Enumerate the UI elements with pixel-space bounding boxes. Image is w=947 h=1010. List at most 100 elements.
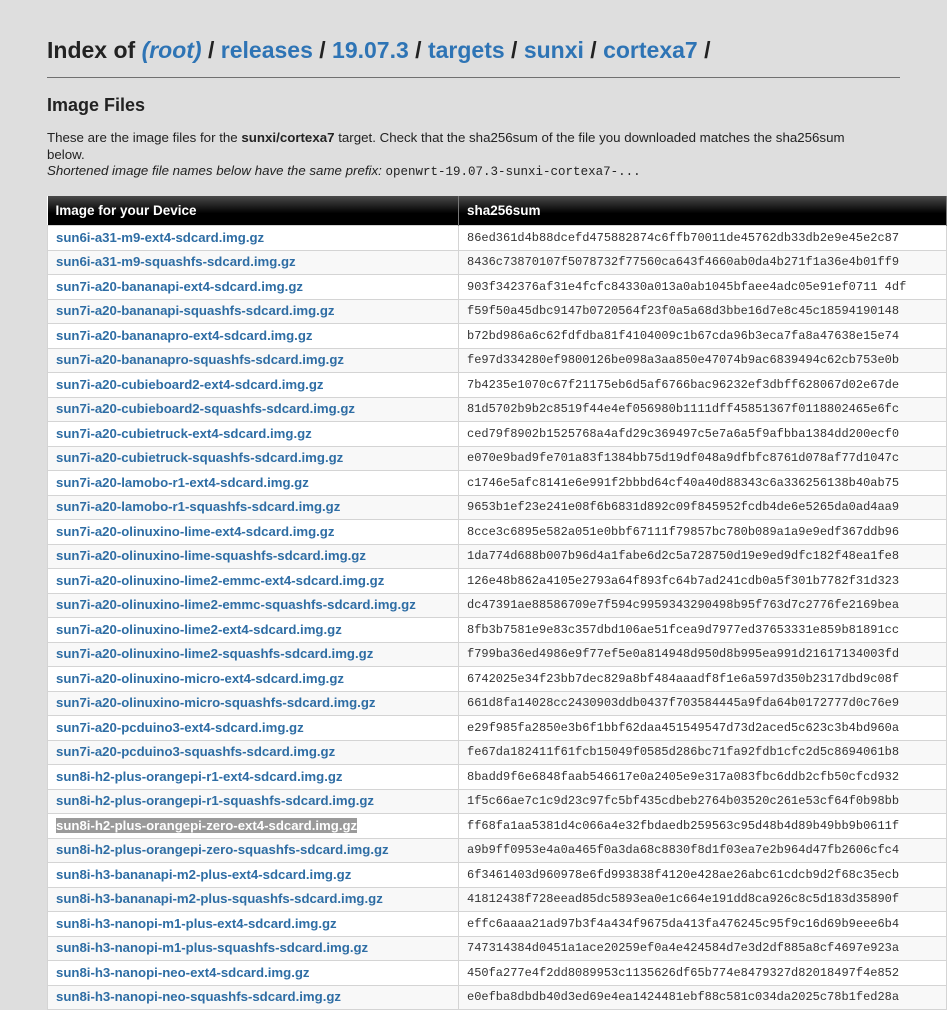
breadcrumb-link[interactable]: 19.07.3 [332,37,409,63]
table-row: sun7i-a20-olinuxino-micro-ext4-sdcard.im… [47,666,947,692]
breadcrumb-separator: / [415,37,422,63]
intro-pre: These are the image files for the [47,130,242,145]
table-row: sun7i-a20-olinuxino-micro-squashfs-sdcar… [47,690,947,716]
sha256-cell: 8cce3c6895e582a051e0bbf67111f79857bc780b… [458,519,947,545]
sha256-cell: e070e9bad9fe701a83f1384bb75d19df048a9dfb… [458,445,947,471]
image-file-link[interactable]: sun8i-h3-nanopi-m1-plus-ext4-sdcard.img.… [56,916,337,931]
image-file-link[interactable]: sun7i-a20-pcduino3-ext4-sdcard.img.gz [56,720,304,735]
image-cell: sun7i-a20-olinuxino-lime2-ext4-sdcard.im… [47,617,459,643]
image-file-link[interactable]: sun7i-a20-bananapro-ext4-sdcard.img.gz [56,328,313,343]
image-file-link[interactable]: sun7i-a20-bananapi-ext4-sdcard.img.gz [56,279,303,294]
sha256-cell: b72bd986a6c62fdfdba81f4104009c1b67cda96b… [458,323,947,349]
sha256-cell: 8436c73870107f5078732f77560ca643f4660ab0… [458,249,947,275]
image-file-link[interactable]: sun7i-a20-cubietruck-squashfs-sdcard.img… [56,450,343,465]
table-row: sun8i-h3-bananapi-m2-plus-ext4-sdcard.im… [47,862,947,888]
image-file-link[interactable]: sun7i-a20-cubieboard2-squashfs-sdcard.im… [56,401,355,416]
image-file-link[interactable]: sun6i-a31-m9-ext4-sdcard.img.gz [56,230,264,245]
index-of-label: Index of [47,37,136,63]
image-cell: sun8i-h3-nanopi-neo-ext4-sdcard.img.gz [47,960,459,986]
table-row: sun7i-a20-cubietruck-squashfs-sdcard.img… [47,445,947,471]
image-file-link[interactable]: sun8i-h2-plus-orangepi-zero-ext4-sdcard.… [56,817,358,833]
table-row: sun7i-a20-cubieboard2-squashfs-sdcard.im… [47,396,947,422]
breadcrumb-link[interactable]: releases [221,37,313,63]
table-row: sun8i-h2-plus-orangepi-zero-squashfs-sdc… [47,837,947,863]
sha256-cell: 6f3461403d960978e6fd993838f4120e428ae26a… [458,862,947,888]
image-cell: sun7i-a20-olinuxino-lime2-squashfs-sdcar… [47,641,459,667]
sha256-cell: e0efba8dbdb40d3ed69e4ea1424481ebf88c581c… [458,984,947,1010]
image-file-link[interactable]: sun7i-a20-lamobo-r1-ext4-sdcard.img.gz [56,475,309,490]
image-cell: sun6i-a31-m9-squashfs-sdcard.img.gz [47,249,459,275]
image-cell: sun7i-a20-pcduino3-squashfs-sdcard.img.g… [47,739,459,765]
image-cell: sun7i-a20-bananapi-ext4-sdcard.img.gz [47,274,459,300]
image-cell: sun7i-a20-olinuxino-micro-squashfs-sdcar… [47,690,459,716]
table-body: sun6i-a31-m9-ext4-sdcard.img.gz 86ed361d4… [47,225,947,1010]
breadcrumb-link[interactable]: cortexa7 [603,37,698,63]
breadcrumb-separator: / [704,37,711,63]
sha256-cell: 8fb3b7581e9e83c357dbd106ae51fcea9d7977ed… [458,617,947,643]
table-row: sun7i-a20-olinuxino-lime-squashfs-sdcard… [47,543,947,569]
breadcrumb-link[interactable]: targets [428,37,505,63]
image-file-link[interactable]: sun7i-a20-olinuxino-lime-ext4-sdcard.img… [56,524,334,539]
image-file-link[interactable]: sun6i-a31-m9-squashfs-sdcard.img.gz [56,254,296,269]
image-file-link[interactable]: sun7i-a20-olinuxino-lime2-emmc-ext4-sdca… [56,573,384,588]
table-row: sun7i-a20-pcduino3-squashfs-sdcard.img.g… [47,739,947,765]
image-cell: sun7i-a20-pcduino3-ext4-sdcard.img.gz [47,715,459,741]
sha256-cell: fe67da182411f61fcb15049f0585d286bc71fa92… [458,739,947,765]
sha256-cell: 41812438f728eead85dc5893ea0e1c664e191dd8… [458,886,947,912]
sha256-cell: ff68fa1aa5381d4c066a4e32fbdaedb259563c95… [458,813,947,839]
breadcrumb-link[interactable]: (root) [142,37,202,63]
breadcrumb-separator: / [207,37,215,63]
image-cell: sun8i-h3-nanopi-m1-plus-ext4-sdcard.img.… [47,911,459,937]
image-cell: sun8i-h3-bananapi-m2-plus-squashfs-sdcar… [47,886,459,912]
intro-text: These are the image files for the sunxi/… [47,130,847,181]
image-file-link[interactable]: sun7i-a20-cubietruck-ext4-sdcard.img.gz [56,426,312,441]
image-file-link[interactable]: sun7i-a20-olinuxino-micro-ext4-sdcard.im… [56,671,344,686]
image-file-link[interactable]: sun7i-a20-olinuxino-lime2-squashfs-sdcar… [56,646,373,661]
table-row: sun8i-h3-nanopi-m1-plus-squashfs-sdcard.… [47,935,947,961]
image-file-link[interactable]: sun8i-h2-plus-orangepi-r1-squashfs-sdcar… [56,793,374,808]
image-file-link[interactable]: sun7i-a20-olinuxino-lime2-ext4-sdcard.im… [56,622,342,637]
table-row: sun7i-a20-pcduino3-ext4-sdcard.img.gz e29… [47,715,947,741]
image-file-link[interactable]: sun7i-a20-pcduino3-squashfs-sdcard.img.g… [56,744,335,759]
image-file-link[interactable]: sun7i-a20-olinuxino-micro-squashfs-sdcar… [56,695,375,710]
short-prefix-label: Shortened image file names below have th… [47,163,386,178]
table-row: sun8i-h2-plus-orangepi-zero-ext4-sdcard.… [47,813,947,839]
image-file-link[interactable]: sun7i-a20-bananapro-squashfs-sdcard.img.… [56,352,344,367]
image-file-link[interactable]: sun8i-h2-plus-orangepi-r1-ext4-sdcard.im… [56,769,343,784]
table-row: sun6i-a31-m9-ext4-sdcard.img.gz 86ed361d4… [47,225,947,251]
image-file-link[interactable]: sun8i-h3-nanopi-neo-ext4-sdcard.img.gz [56,965,310,980]
breadcrumb-separator: / [511,37,518,63]
table-row: sun7i-a20-olinuxino-lime2-squashfs-sdcar… [47,641,947,667]
sha256-cell: dc47391ae88586709e7f594c9959343290498b95… [458,592,947,618]
image-cell: sun8i-h2-plus-orangepi-zero-squashfs-sdc… [47,837,459,863]
image-cell: sun8i-h2-plus-orangepi-r1-ext4-sdcard.im… [47,764,459,790]
table-row: sun7i-a20-bananapro-squashfs-sdcard.img.… [47,347,947,373]
breadcrumb-link[interactable]: sunxi [524,37,584,63]
sha256-cell: e29f985fa2850e3b6f1bbf62daa451549547d73d… [458,715,947,741]
table-row: sun8i-h2-plus-orangepi-r1-squashfs-sdcar… [47,788,947,814]
image-cell: sun7i-a20-bananapi-squashfs-sdcard.img.g… [47,298,459,324]
image-cell: sun7i-a20-bananapro-ext4-sdcard.img.gz [47,323,459,349]
sha256-cell: 747314384d0451a1ace20259ef0a4e424584d7e3… [458,935,947,961]
image-files-table: Image for your Device sha256sum sun6i-a3… [47,196,947,1010]
image-file-link[interactable]: sun8i-h3-bananapi-m2-plus-squashfs-sdcar… [56,891,383,906]
sha256-cell: 86ed361d4b88dcefd475882874c6ffb70011de45… [458,225,947,251]
image-file-link[interactable]: sun8i-h3-bananapi-m2-plus-ext4-sdcard.im… [56,867,351,882]
sha256-cell: fe97d334280ef9800126be098a3aa850e47074b9… [458,347,947,373]
table-row: sun7i-a20-olinuxino-lime2-emmc-ext4-sdca… [47,568,947,594]
sha256-cell: 7b4235e1070c67f21175eb6d5af6766bac96232e… [458,372,947,398]
image-cell: sun6i-a31-m9-ext4-sdcard.img.gz [47,225,459,251]
sha256-cell: f799ba36ed4986e9f77ef5e0a814948d950d8b99… [458,641,947,667]
image-file-link[interactable]: sun7i-a20-olinuxino-lime-squashfs-sdcard… [56,548,366,563]
page-title: Index of (root) / releases / 19.07.3 / t… [47,36,710,64]
sha256-cell: 903f342376af31e4fcfc84330a013a0ab1045bfa… [458,274,947,300]
image-file-link[interactable]: sun7i-a20-olinuxino-lime2-emmc-squashfs-… [56,597,416,612]
image-file-link[interactable]: sun7i-a20-lamobo-r1-squashfs-sdcard.img.… [56,499,340,514]
image-file-link[interactable]: sun8i-h3-nanopi-neo-squashfs-sdcard.img.… [56,989,341,1004]
sha256-cell: c1746e5afc8141e6e991f2bbbd64cf40a40d8834… [458,470,947,496]
image-file-link[interactable]: sun8i-h3-nanopi-m1-plus-squashfs-sdcard.… [56,940,368,955]
image-cell: sun8i-h2-plus-orangepi-r1-squashfs-sdcar… [47,788,459,814]
image-file-link[interactable]: sun8i-h2-plus-orangepi-zero-squashfs-sdc… [56,842,389,857]
image-file-link[interactable]: sun7i-a20-cubieboard2-ext4-sdcard.img.gz [56,377,324,392]
image-file-link[interactable]: sun7i-a20-bananapi-squashfs-sdcard.img.g… [56,303,334,318]
